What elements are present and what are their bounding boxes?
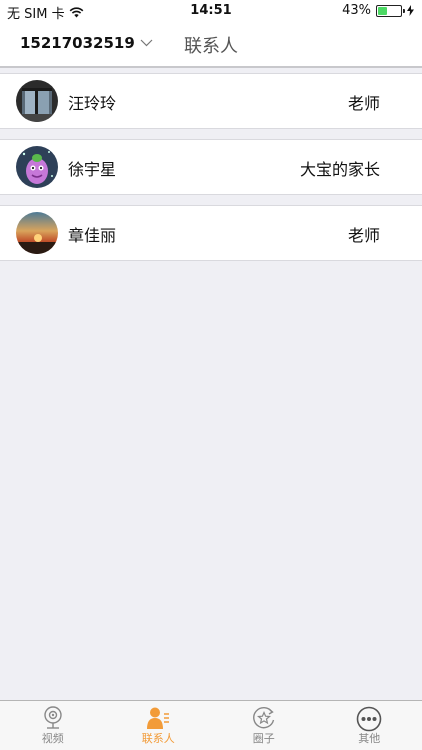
avatar [16, 146, 58, 188]
status-bar: 无 SIM 卡 14:51 43% [0, 0, 422, 22]
tab-label: 联系人 [141, 732, 175, 745]
charging-icon [407, 5, 414, 16]
contacts-icon [147, 707, 170, 729]
contact-list: 汪玲玲 老师 徐宇星 大宝的家长 章佳丽 老师 [0, 73, 422, 271]
status-right: 43% [342, 3, 414, 18]
tab-contacts[interactable]: 联系人 [106, 701, 212, 750]
contact-role: 大宝的家长 [299, 160, 380, 179]
tab-label: 其他 [358, 732, 381, 745]
tab-label: 圈子 [252, 732, 275, 745]
contact-name: 章佳丽 [68, 226, 117, 245]
star-circle-icon [252, 707, 274, 729]
nav-bar: 15217032519 联系人 [0, 22, 422, 68]
tab-other[interactable]: 其他 [317, 701, 422, 750]
battery-icon [376, 4, 405, 17]
avatar [16, 212, 58, 254]
avatar [16, 80, 58, 122]
contact-row[interactable]: 章佳丽 老师 [0, 205, 422, 261]
tab-bar: 视频 联系人 圈子 其他 [0, 700, 422, 750]
more-icon [356, 706, 382, 732]
tab-circle[interactable]: 圈子 [211, 701, 317, 750]
camera-icon [44, 706, 62, 729]
contact-row[interactable]: 汪玲玲 老师 [0, 73, 422, 129]
contact-row[interactable]: 徐宇星 大宝的家长 [0, 139, 422, 195]
battery-percent: 43% [342, 3, 371, 18]
tab-video[interactable]: 视频 [0, 701, 106, 750]
contact-name: 徐宇星 [68, 160, 117, 179]
contact-role: 老师 [347, 94, 380, 113]
sunset-photo-avatar [16, 212, 58, 254]
contact-role: 老师 [347, 226, 380, 245]
battery-level [378, 6, 387, 15]
tab-label: 视频 [41, 732, 64, 745]
purple-cartoon-avatar [16, 146, 58, 188]
page-title: 联系人 [184, 36, 238, 57]
contact-name: 汪玲玲 [68, 94, 117, 113]
building-photo-avatar [16, 80, 58, 122]
